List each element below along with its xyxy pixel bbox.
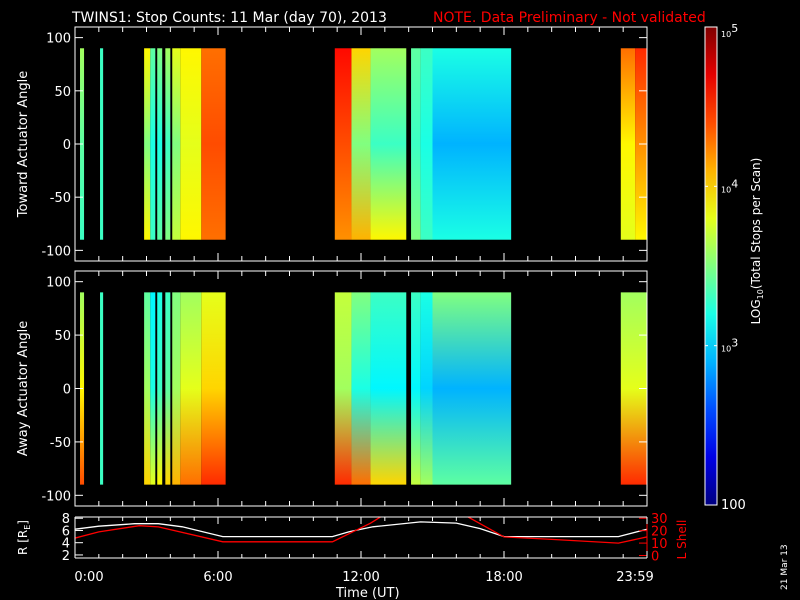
spectrogram-segment xyxy=(165,292,171,485)
colorbar: 105 104 103 100 LOG10(Total Stops per Scan) xyxy=(704,22,765,513)
y-tick-label: -50 xyxy=(50,436,71,451)
twins-stop-counts-figure: TWINS1: Stop Counts: 11 Mar (day 70), 20… xyxy=(16,10,790,600)
x-tick-label: 18:00 xyxy=(485,570,522,585)
x-tick-label: 6:00 xyxy=(203,570,232,585)
y-axis-label: Toward Actuator Angle xyxy=(16,71,31,218)
left-axis-label: R [RE] xyxy=(16,520,32,555)
spectrogram-segment xyxy=(180,292,202,485)
spectrogram-segment xyxy=(411,48,421,240)
colorbar-min-label: 100 xyxy=(721,498,746,513)
spectrogram-segment xyxy=(165,48,171,240)
spectrogram-segment xyxy=(157,292,163,485)
spectrogram-segment xyxy=(351,292,371,485)
orbit-panel: 864230201000:00 6:00 12:00 18:00 23:59R [RE]… xyxy=(16,512,689,585)
colorbar-label: LOG10(Total Stops per Scan) xyxy=(749,158,765,325)
y-tick-label-right: 0 xyxy=(651,550,659,565)
y-tick-label: -100 xyxy=(41,489,71,504)
spectrogram-segment xyxy=(620,48,636,240)
y-tick-label: 100 xyxy=(46,276,71,291)
spectrogram-segment xyxy=(420,292,433,485)
spectrogram-segment xyxy=(144,292,151,485)
y-axis-label: Away Actuator Angle xyxy=(16,321,31,456)
y-tick-label: 50 xyxy=(54,329,71,344)
spectrogram-segment xyxy=(334,292,352,485)
y-tick-label-left: 2 xyxy=(62,549,70,564)
spectrogram-segment xyxy=(144,48,151,240)
y-tick-label: -50 xyxy=(50,191,71,206)
colorbar-tick-label: 104 xyxy=(721,177,738,194)
colorbar-tick-label: 103 xyxy=(721,337,738,354)
spectrogram-segment xyxy=(100,292,104,485)
toward-angle-panel: 100 50 0 -50 -100 Toward Actuator Angle xyxy=(16,26,648,262)
spectrogram-segment xyxy=(172,48,181,240)
spectrogram-segment xyxy=(351,48,371,240)
right-axis-label: L Shell xyxy=(675,520,689,560)
y-tick-label: 0 xyxy=(63,383,71,398)
y-tick-label: 100 xyxy=(46,32,71,47)
spectrogram-segment xyxy=(157,48,163,240)
date-stamp: 21 Mar 13 xyxy=(780,544,790,590)
spectrogram-segment xyxy=(180,48,202,240)
spectrogram-segment xyxy=(201,48,226,240)
spectrogram-segment xyxy=(411,292,421,485)
spectrogram-segment xyxy=(150,48,156,240)
spectrogram-segment xyxy=(150,292,156,485)
x-axis-label: Time (UT) xyxy=(335,586,400,600)
y-tick-label: 50 xyxy=(54,85,71,100)
spectrogram-segment xyxy=(432,292,512,485)
preliminary-note: NOTE. Data Preliminary - Not validated xyxy=(433,10,706,26)
spectrogram-segment xyxy=(420,48,433,240)
x-tick-label: 0:00 xyxy=(74,570,103,585)
chart-title: TWINS1: Stop Counts: 11 Mar (day 70), 20… xyxy=(71,10,387,26)
colorbar-gradient xyxy=(704,26,718,506)
y-tick-label: -100 xyxy=(41,244,71,259)
away-angle-panel: 100 50 0 -50 -100 Away Actuator Angle xyxy=(16,270,648,507)
spectrogram-segment xyxy=(172,292,181,485)
series-line-r xyxy=(75,521,647,538)
spectrogram-segment xyxy=(370,292,407,485)
colorbar-tick-label: 105 xyxy=(721,22,738,39)
spectrogram-segment xyxy=(100,48,104,240)
spectrogram-segment xyxy=(432,48,512,240)
x-tick-label: 12:00 xyxy=(342,570,379,585)
spectrogram-segment xyxy=(334,48,352,240)
y-tick-label: 0 xyxy=(63,138,71,153)
spectrogram-segment xyxy=(201,292,226,485)
x-tick-label: 23:59 xyxy=(616,570,653,585)
spectrogram-segment xyxy=(370,48,407,240)
